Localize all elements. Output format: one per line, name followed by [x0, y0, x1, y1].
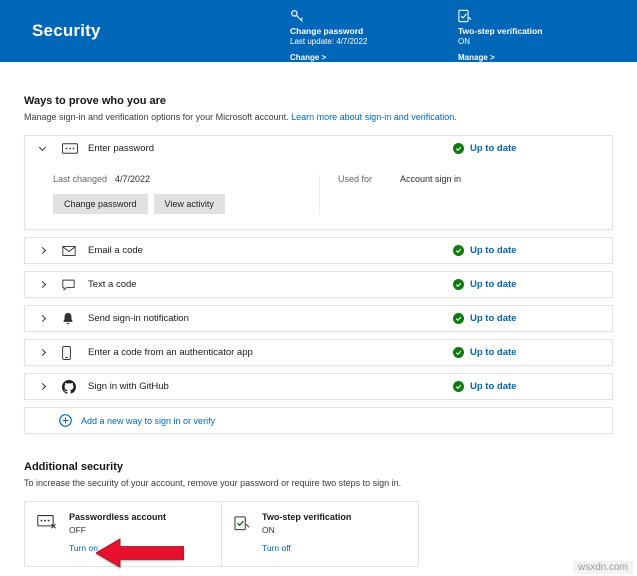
status-text: Up to date [470, 313, 517, 324]
ways-heading: Ways to prove who you are [24, 95, 167, 107]
status-text: Up to date [470, 381, 517, 392]
row-enter-password: Enter password Up to date Last changed 4/… [24, 135, 613, 230]
add-sign-in-method-label: Add a new way to sign in or verify [81, 415, 216, 426]
check-circle-icon [453, 245, 464, 256]
status-text: Up to date [470, 347, 517, 358]
row-email-code-toggle[interactable]: Email a code Up to date [25, 238, 612, 263]
check-circle-icon [453, 347, 464, 358]
status-up-to-date: Up to date [453, 374, 516, 399]
header-card-two-step: Two-step verification ON Manage > [458, 9, 598, 65]
row-label: Send sign-in notification [88, 313, 189, 324]
check-circle-icon [453, 143, 464, 154]
bell-icon [62, 312, 88, 325]
turn-on-link[interactable]: Turn on [69, 543, 98, 553]
phone-icon [62, 345, 88, 360]
status-up-to-date: Up to date [453, 238, 516, 263]
github-icon [62, 379, 88, 394]
last-changed-row: Last changed 4/7/2022 [53, 174, 319, 184]
row-label: Text a code [88, 279, 137, 290]
chevron-right-icon [38, 280, 62, 289]
password-details-panel: Last changed 4/7/2022 Change password Vie… [25, 161, 612, 229]
turn-off-link[interactable]: Turn off [262, 543, 291, 553]
shield-check-icon [458, 9, 598, 23]
two-step-verification-card: Two-step verification ON Turn off [221, 501, 419, 567]
change-password-button[interactable]: Change password [53, 194, 148, 214]
chevron-right-icon [38, 348, 62, 357]
chevron-right-icon [38, 314, 62, 323]
change-password-link[interactable]: Change > [290, 52, 326, 64]
additional-security-cards: Passwordless account OFF Turn on Two-ste… [24, 501, 613, 567]
additional-security-description: To increase the security of your account… [24, 478, 402, 488]
email-icon [62, 245, 88, 256]
check-circle-icon [453, 279, 464, 290]
row-label: Email a code [88, 245, 143, 256]
status-text: Up to date [470, 143, 517, 154]
header: Security Change password Last update: 4/… [0, 0, 637, 62]
two-step-card-state: ON [262, 525, 275, 535]
header-card-title: Change password [290, 26, 364, 36]
main-content: Ways to prove who you are Manage sign-in… [0, 95, 637, 567]
row-authenticator-app: Enter a code from an authenticator app U… [24, 339, 613, 366]
row-enter-password-toggle[interactable]: Enter password Up to date [25, 136, 612, 161]
status-up-to-date: Up to date [453, 340, 516, 365]
status-text: Up to date [470, 245, 517, 256]
ways-description-text: Manage sign-in and verification options … [24, 112, 292, 122]
used-for-value: Account sign in [400, 174, 462, 184]
passwordless-icon [37, 512, 57, 556]
view-activity-button[interactable]: View activity [153, 194, 225, 214]
row-text-code: Text a code Up to date [24, 271, 613, 298]
last-changed-label: Last changed [53, 174, 108, 184]
passwordless-card-title: Passwordless account [69, 512, 167, 522]
check-circle-icon [453, 313, 464, 324]
status-up-to-date: Up to date [453, 272, 516, 297]
passwordless-account-card: Passwordless account OFF Turn on [24, 501, 222, 567]
plus-circle-icon [59, 414, 72, 427]
watermark: wsxdn.com [572, 561, 633, 574]
status-up-to-date: Up to date [453, 306, 516, 331]
chevron-down-icon [38, 143, 62, 152]
add-sign-in-method-row[interactable]: Add a new way to sign in or verify [24, 407, 613, 434]
status-up-to-date: Up to date [453, 136, 516, 161]
two-step-icon [234, 512, 250, 556]
two-step-card-title: Two-step verification [262, 512, 352, 522]
row-label: Sign in with GitHub [88, 381, 169, 392]
header-card-subtitle: Last update: 4/7/2022 [290, 37, 368, 46]
passwordless-card-state: OFF [69, 525, 86, 535]
password-icon [62, 143, 88, 154]
row-send-notification-toggle[interactable]: Send sign-in notification Up to date [25, 306, 612, 331]
last-changed-value: 4/7/2022 [115, 174, 151, 184]
header-card-change-password: Change password Last update: 4/7/2022 Ch… [290, 9, 430, 65]
row-text-code-toggle[interactable]: Text a code Up to date [25, 272, 612, 297]
status-text: Up to date [470, 279, 517, 290]
chevron-right-icon [38, 246, 62, 255]
row-email-code: Email a code Up to date [24, 237, 613, 264]
additional-security-heading: Additional security [24, 461, 124, 473]
key-icon [290, 9, 430, 23]
row-github: Sign in with GitHub Up to date [24, 373, 613, 400]
header-card-subtitle: ON [458, 37, 470, 46]
manage-two-step-link[interactable]: Manage > [458, 52, 495, 64]
row-label: Enter a code from an authenticator app [88, 347, 253, 358]
check-circle-icon [453, 381, 464, 392]
chevron-right-icon [38, 382, 62, 391]
learn-more-link[interactable]: Learn more about sign-in and verificatio… [291, 112, 457, 122]
ways-description: Manage sign-in and verification options … [24, 112, 613, 122]
message-icon [62, 279, 88, 291]
header-card-title: Two-step verification [458, 26, 543, 36]
row-send-notification: Send sign-in notification Up to date [24, 305, 613, 332]
row-label: Enter password [88, 143, 155, 154]
page-title: Security [32, 21, 101, 40]
row-authenticator-app-toggle[interactable]: Enter a code from an authenticator app U… [25, 340, 612, 365]
row-github-toggle[interactable]: Sign in with GitHub Up to date [25, 374, 612, 399]
used-for-row: Used for Account sign in [338, 174, 600, 184]
used-for-label: Used for [338, 174, 373, 184]
